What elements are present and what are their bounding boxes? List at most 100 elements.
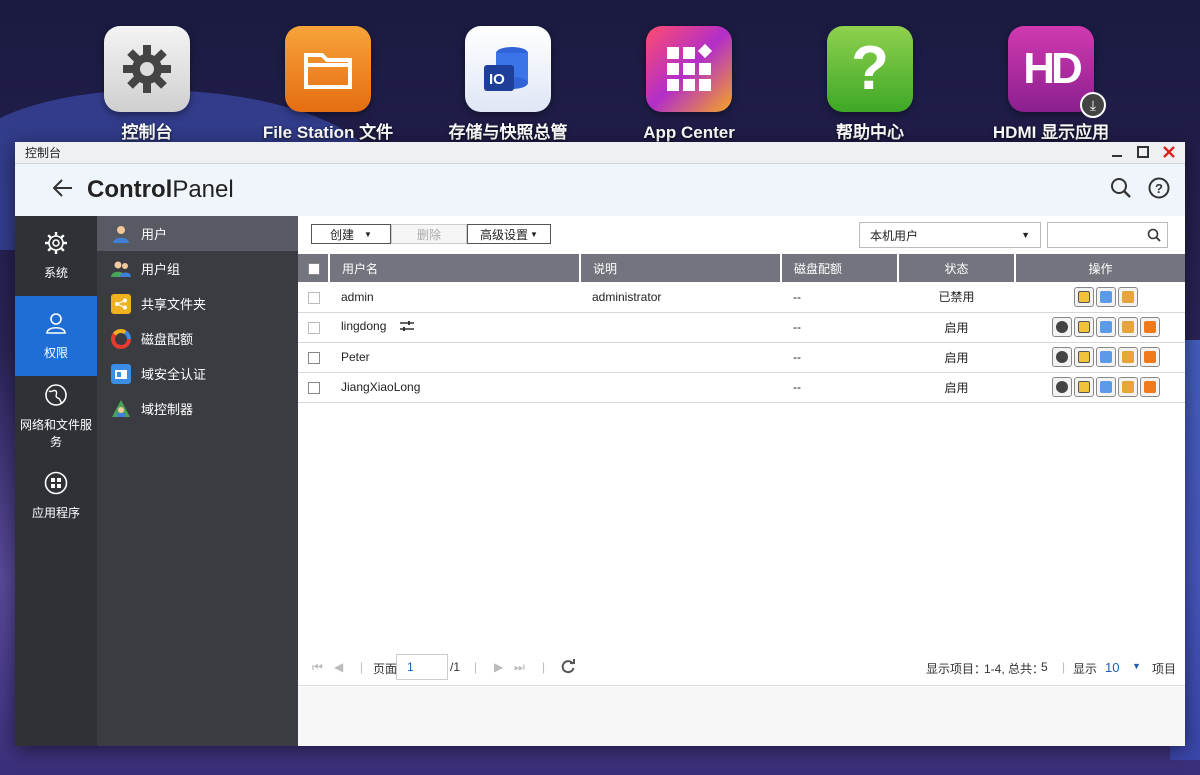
- edit-app-privilege-icon[interactable]: [1140, 377, 1160, 397]
- refresh-icon[interactable]: [560, 658, 576, 677]
- help-icon[interactable]: ?: [1147, 176, 1171, 200]
- row-checkbox[interactable]: [308, 321, 320, 334]
- nav-system[interactable]: 系统: [15, 216, 97, 296]
- delete-label: 删除: [416, 227, 441, 242]
- column-header-username[interactable]: 用户名: [329, 254, 581, 282]
- search-input[interactable]: [1048, 223, 1144, 247]
- table-row[interactable]: Peter -- 启用: [298, 342, 1185, 373]
- edit-profile-icon[interactable]: [1074, 317, 1094, 337]
- cell-actions: [1015, 342, 1185, 373]
- cell-username: JiangXiaoLong: [329, 372, 580, 403]
- nav2-label: 共享文件夹: [141, 297, 207, 312]
- secondary-nav: 用户 用户组 共享文件夹 磁盘配额 域安全认证 域控制器: [97, 216, 298, 746]
- chevron-down-icon[interactable]: ▼: [1132, 661, 1141, 671]
- edit-app-privilege-icon[interactable]: [1140, 317, 1160, 337]
- help-icon: ?: [827, 26, 913, 112]
- nav2-user-groups[interactable]: 用户组: [97, 251, 298, 286]
- nav-label: 系统: [43, 266, 68, 280]
- column-header-description[interactable]: 说明: [580, 254, 782, 282]
- close-button[interactable]: [1161, 144, 1177, 160]
- nav-network[interactable]: 网络和文件服务: [15, 376, 97, 456]
- first-page-icon[interactable]: ⏮: [312, 660, 323, 675]
- advanced-settings-button[interactable]: 高级设置 ▼: [467, 224, 551, 244]
- desktop-icon-label: 控制台: [121, 123, 173, 142]
- last-page-icon[interactable]: ⏭: [514, 660, 525, 675]
- edit-profile-icon[interactable]: [1074, 377, 1094, 397]
- nav-permissions[interactable]: 权限: [15, 296, 97, 376]
- desktop-icon-control-panel[interactable]: 控制台: [57, 26, 237, 144]
- nav2-domain-auth[interactable]: 域安全认证: [97, 356, 298, 391]
- page-size-select[interactable]: 10: [1105, 660, 1119, 675]
- table-row[interactable]: lingdong -- 启用: [298, 312, 1185, 343]
- row-checkbox[interactable]: [308, 351, 320, 364]
- column-header-status[interactable]: 状态: [898, 254, 1016, 282]
- select-all-checkbox[interactable]: [308, 262, 320, 275]
- column-header-quota[interactable]: 磁盘配额: [781, 254, 899, 282]
- pager-divider: |: [474, 660, 478, 674]
- table-header-row: 用户名 说明 磁盘配额 状态 操作: [298, 254, 1185, 282]
- nav2-label: 域控制器: [141, 402, 194, 417]
- delete-button[interactable]: 删除: [391, 224, 467, 244]
- apps-icon: [44, 471, 68, 498]
- edit-shared-folder-permission-icon[interactable]: [1118, 286, 1138, 307]
- user-scope-select[interactable]: 本机用户 ▼: [859, 222, 1041, 248]
- back-arrow-icon[interactable]: [52, 176, 73, 204]
- desktop-icon-storage[interactable]: IO 存储与快照总管: [418, 26, 598, 144]
- create-button[interactable]: 创建 ▼: [311, 224, 391, 244]
- desktop-icon-help[interactable]: ? 帮助中心: [780, 26, 960, 144]
- edit-profile-icon[interactable]: [1074, 286, 1094, 307]
- change-password-icon[interactable]: [1052, 377, 1072, 397]
- nav-applications[interactable]: 应用程序: [15, 456, 97, 536]
- edit-user-group-icon[interactable]: [1096, 347, 1116, 367]
- cell-status: 启用: [898, 312, 1015, 343]
- edit-app-privilege-icon[interactable]: [1140, 347, 1160, 367]
- app-header: ControlPanel ?: [15, 164, 1185, 216]
- row-checkbox[interactable]: [308, 291, 320, 304]
- nav-label: 权限: [43, 346, 68, 360]
- cell-description: [580, 342, 781, 373]
- page-number-input[interactable]: 1: [396, 654, 448, 680]
- prev-page-icon[interactable]: ◀: [334, 660, 343, 674]
- search-icon[interactable]: [1109, 176, 1133, 200]
- download-badge-icon: ⤓: [1080, 92, 1106, 118]
- nav2-shared-folders[interactable]: 共享文件夹: [97, 286, 298, 321]
- maximize-button[interactable]: [1135, 144, 1151, 160]
- nav2-label: 用户组: [141, 262, 181, 277]
- nav-label: 网络和文件服务: [19, 417, 92, 449]
- storage-icon: IO: [465, 26, 551, 112]
- table-row[interactable]: JiangXiaoLong -- 启用: [298, 372, 1185, 403]
- gear-icon: [44, 231, 68, 258]
- search-field[interactable]: [1047, 222, 1168, 248]
- dropdown-caret-icon: ▼: [530, 229, 538, 239]
- search-icon[interactable]: [1147, 228, 1161, 247]
- edit-user-group-icon[interactable]: [1096, 317, 1116, 337]
- nav2-label: 磁盘配额: [141, 332, 194, 347]
- next-page-icon[interactable]: ▶: [494, 660, 503, 674]
- change-password-icon[interactable]: [1052, 347, 1072, 367]
- minimize-button[interactable]: [1109, 144, 1125, 160]
- cell-quota: --: [781, 312, 898, 343]
- nav2-users[interactable]: 用户: [97, 216, 298, 251]
- row-checkbox[interactable]: [308, 381, 320, 394]
- app-title: ControlPanel: [87, 176, 234, 203]
- cell-status: 已禁用: [898, 282, 1015, 313]
- window-titlebar[interactable]: 控制台: [15, 142, 1185, 164]
- cell-status: 启用: [898, 372, 1015, 403]
- edit-shared-folder-permission-icon[interactable]: [1118, 347, 1138, 367]
- advanced-label: 高级设置: [480, 227, 529, 242]
- edit-shared-folder-permission-icon[interactable]: [1118, 377, 1138, 397]
- nav2-domain-controller[interactable]: 域控制器: [97, 391, 298, 426]
- edit-profile-icon[interactable]: [1074, 347, 1094, 367]
- user-list-panel: 创建 ▼ 删除 高级设置 ▼ 本机用户 ▼ 用户名 说明 磁盘配额 状态 操作 …: [298, 216, 1185, 746]
- table-row[interactable]: admin administrator -- 已禁用: [298, 282, 1185, 313]
- nav2-disk-quota[interactable]: 磁盘配额: [97, 321, 298, 356]
- chevron-down-icon: ▼: [1021, 230, 1030, 240]
- edit-user-group-icon[interactable]: [1096, 286, 1116, 307]
- edit-user-group-icon[interactable]: [1096, 377, 1116, 397]
- items-label: 项目: [1152, 662, 1177, 676]
- page-total: /1: [450, 660, 461, 674]
- window-title: 控制台: [25, 146, 62, 160]
- desktop-icon-app-center[interactable]: App Center: [599, 26, 779, 144]
- change-password-icon[interactable]: [1052, 317, 1072, 337]
- edit-shared-folder-permission-icon[interactable]: [1118, 317, 1138, 337]
